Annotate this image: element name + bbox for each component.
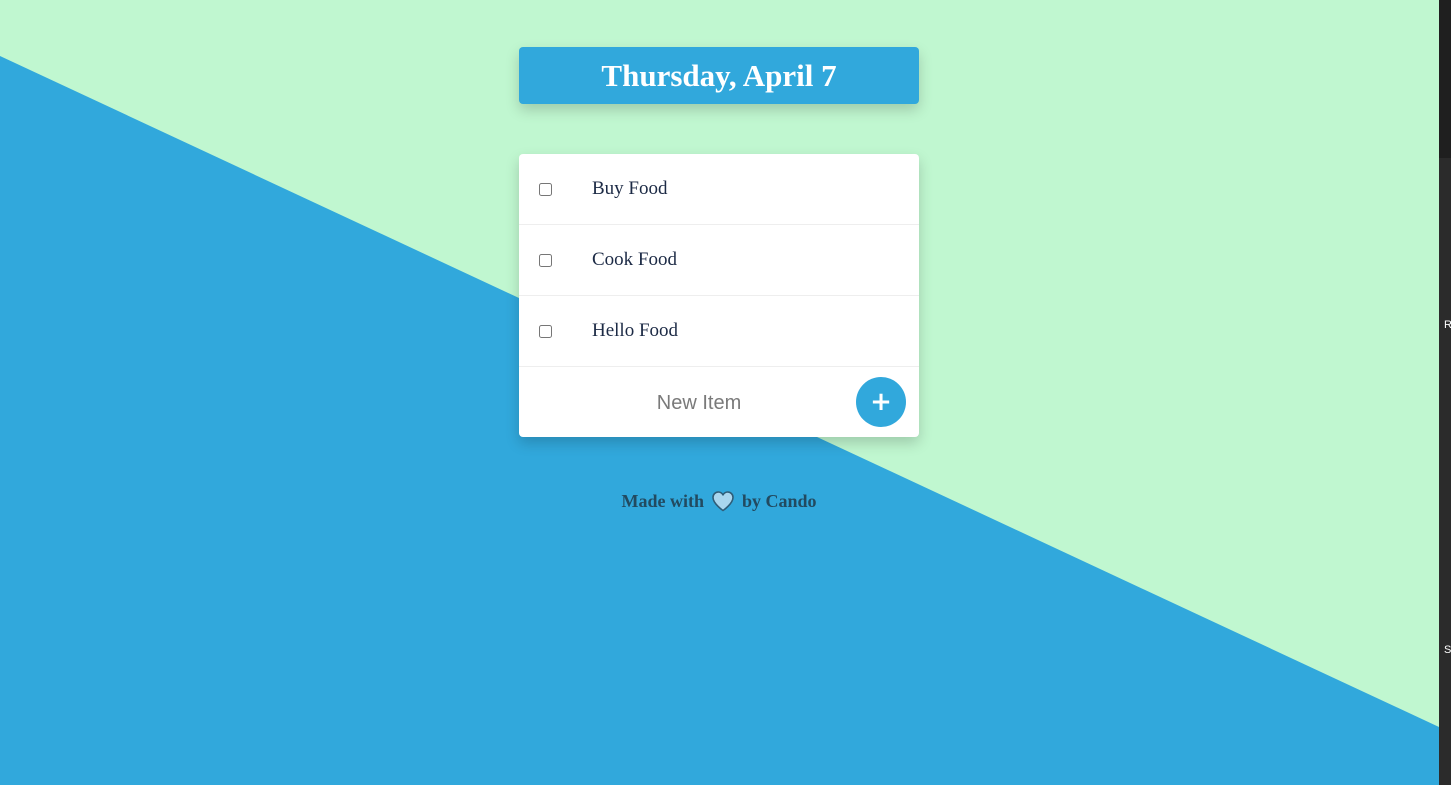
scrollbar-thumb[interactable] (1439, 0, 1451, 158)
edge-text-fragment: S (1444, 644, 1451, 656)
edge-text-fragment: R (1444, 319, 1451, 331)
new-item-form: + (519, 367, 919, 437)
date-header: Thursday, April 7 (519, 47, 919, 104)
footer-prefix: Made with (621, 490, 704, 511)
todo-item-label: Buy Food (592, 178, 668, 199)
todo-item-checkbox[interactable] (539, 182, 552, 196)
footer: Made with by Cando (519, 488, 919, 514)
heart-icon (712, 491, 734, 512)
todo-list-card: Buy Food Cook Food Hello Food + (519, 154, 919, 437)
todo-item: Cook Food (519, 225, 919, 296)
footer-suffix: by Cando (741, 490, 817, 511)
todo-item-label: Hello Food (592, 320, 679, 341)
todo-item-checkbox[interactable] (539, 253, 552, 267)
new-item-input[interactable] (539, 382, 859, 424)
todo-item-checkbox[interactable] (539, 324, 552, 338)
todo-item: Buy Food (519, 154, 919, 225)
todo-item: Hello Food (519, 296, 919, 367)
add-item-button[interactable]: + (856, 377, 906, 427)
todo-item-label: Cook Food (592, 249, 677, 270)
date-title: Thursday, April 7 (601, 57, 837, 93)
side-panel-edge (1439, 158, 1451, 785)
